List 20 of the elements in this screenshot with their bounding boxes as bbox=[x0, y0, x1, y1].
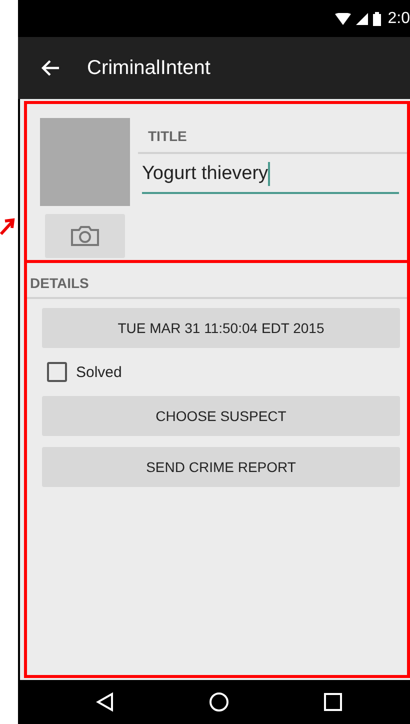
details-label: DETAILS bbox=[30, 275, 90, 291]
checkbox-label: Solved bbox=[76, 364, 122, 380]
camera-icon bbox=[70, 225, 100, 247]
camera-button[interactable] bbox=[45, 214, 125, 258]
action-button[interactable]: TUE MAR 31 11:50:04 EDT 2015 bbox=[42, 308, 400, 348]
signal-icon bbox=[356, 12, 368, 24]
home-nav-button[interactable] bbox=[208, 692, 229, 712]
back-button[interactable] bbox=[40, 58, 62, 78]
title-field[interactable]: Yogurt thievery bbox=[142, 162, 399, 194]
action-button[interactable]: SEND CRIME REPORT bbox=[42, 447, 400, 487]
wifi-icon bbox=[334, 12, 351, 24]
title-label: TITLE bbox=[148, 128, 188, 144]
action-button[interactable]: CHOOSE SUSPECT bbox=[42, 396, 400, 436]
back-nav-button[interactable] bbox=[96, 692, 114, 712]
arrow-icon bbox=[0, 217, 16, 235]
app-title: CriminalIntent bbox=[87, 56, 210, 80]
status-time: 2:0 bbox=[388, 10, 410, 28]
checkbox[interactable] bbox=[47, 362, 67, 382]
recents-nav-button[interactable] bbox=[324, 693, 342, 711]
battery-icon bbox=[372, 12, 381, 26]
